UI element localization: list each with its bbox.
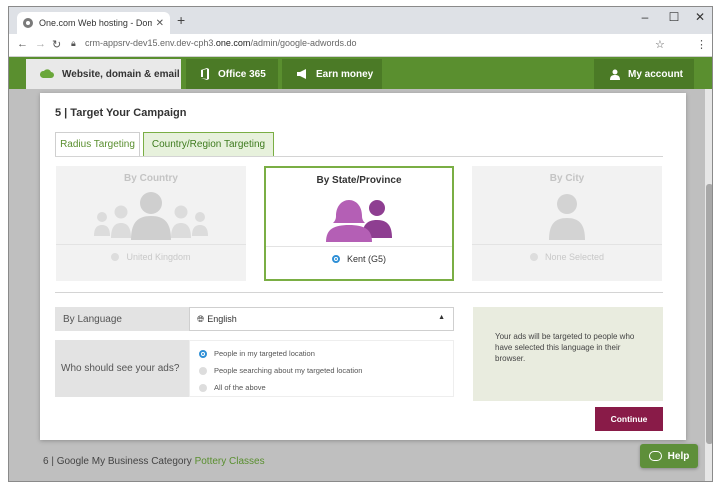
audience-label: Who should see your ads? (55, 340, 189, 397)
card-by-state-province[interactable]: By State/Province Kent (G5) (264, 166, 454, 281)
office-icon (201, 68, 209, 80)
browser-tabstrip: One.com Web hosting - Domai ✕ + – ☐ ✕ (9, 7, 712, 34)
people-pair-icon (326, 200, 392, 242)
card-divider (56, 244, 246, 245)
single-person-icon (549, 194, 585, 240)
my-account-button[interactable]: My account (594, 59, 694, 89)
tab-close-icon[interactable]: ✕ (156, 18, 164, 29)
audience-option[interactable]: People in my targeted location (199, 349, 315, 358)
browser-window: One.com Web hosting - Domai ✕ + – ☐ ✕ ← … (8, 6, 713, 482)
new-tab-button[interactable]: + (177, 12, 185, 28)
radio-button[interactable] (199, 383, 207, 392)
reload-icon[interactable]: ↻ (52, 38, 61, 51)
people-group-icon (94, 192, 208, 240)
radio-button-selected[interactable] (199, 349, 207, 358)
by-language-label: By Language (55, 307, 189, 331)
next-step-text: 6 | Google My Business Category (43, 456, 195, 467)
card-option[interactable]: United Kingdom (56, 252, 246, 262)
radio-button[interactable] (529, 253, 538, 261)
megaphone-icon (297, 69, 306, 79)
card-by-city[interactable]: By City None Selected (472, 166, 662, 281)
language-info-box: Your ads will be targeted to people who … (473, 307, 663, 401)
help-button[interactable]: Help (640, 444, 698, 468)
tab-country-region-targeting[interactable]: Country/Region Targeting (143, 132, 274, 156)
browser-toolbar: ← → ↻ 🔒︎ crm-appsrv-dev15.env.dev-cph3.o… (9, 34, 712, 57)
language-select[interactable]: 🌐︎ English ▲ (189, 307, 454, 331)
card-title: By City (549, 173, 585, 184)
lock-icon: 🔒︎ (71, 38, 76, 48)
language-value: English (207, 314, 237, 324)
url-domain: one.com (215, 38, 251, 48)
page-scrollbar[interactable] (705, 89, 712, 481)
card-by-country[interactable]: By Country United Kingdom (56, 166, 246, 281)
nav-tab-label: Earn money (316, 68, 374, 80)
audience-option-label: People searching about my targeted locat… (214, 366, 363, 375)
caret-up-icon: ▲ (438, 314, 445, 321)
chat-bubble-icon (648, 451, 662, 461)
my-account-label: My account (628, 68, 684, 80)
minimize-icon[interactable]: – (638, 10, 652, 24)
card-title: By Country (124, 173, 178, 184)
card-option[interactable]: Kent (G5) (266, 254, 452, 264)
section-divider (55, 292, 663, 293)
audience-option[interactable]: People searching about my targeted locat… (199, 366, 362, 375)
tab-radius-targeting[interactable]: Radius Targeting (55, 132, 140, 156)
card-option-label: Kent (G5) (346, 254, 386, 264)
nav-tab-website[interactable]: Website, domain & email (26, 59, 181, 89)
favicon-icon (23, 18, 33, 28)
tab-title: One.com Web hosting - Domai (39, 18, 152, 28)
target-campaign-modal: 5 | Target Your Campaign Radius Targetin… (40, 93, 686, 440)
card-title: By State/Province (316, 175, 402, 186)
radio-button-selected[interactable] (331, 255, 340, 263)
audience-option-label: All of the above (214, 383, 266, 392)
nav-tab-label: Website, domain & email (62, 68, 180, 80)
card-divider (472, 244, 662, 245)
user-icon (610, 69, 620, 80)
address-bar[interactable]: crm-appsrv-dev15.env.dev-cph3.one.com/ad… (85, 38, 357, 48)
forward-icon[interactable]: → (35, 38, 46, 50)
category-link[interactable]: Pottery Classes (195, 456, 265, 467)
cloud-icon (40, 69, 54, 78)
radio-button[interactable] (111, 253, 120, 261)
modal-title: 5 | Target Your Campaign (55, 107, 187, 119)
nav-tab-label: Office 365 (218, 68, 266, 80)
back-icon[interactable]: ← (17, 38, 28, 50)
bookmark-star-icon[interactable]: ☆ (655, 38, 665, 51)
browser-menu-icon[interactable]: ⋮ (696, 38, 707, 51)
audience-option[interactable]: All of the above (199, 383, 266, 392)
audience-option-label: People in my targeted location (214, 349, 315, 358)
close-window-icon[interactable]: ✕ (693, 10, 707, 24)
maximize-icon[interactable]: ☐ (667, 10, 681, 24)
nav-tab-earn[interactable]: Earn money (282, 59, 382, 89)
continue-button[interactable]: Continue (595, 407, 663, 431)
site-nav: Website, domain & email Office 365 Earn … (9, 57, 712, 89)
browser-tab[interactable]: One.com Web hosting - Domai ✕ (17, 12, 170, 34)
scrollbar-thumb[interactable] (706, 184, 712, 444)
card-option-label: United Kingdom (126, 252, 191, 262)
card-option[interactable]: None Selected (472, 252, 662, 262)
radio-button[interactable] (199, 366, 207, 375)
help-label: Help (667, 450, 690, 462)
next-step-heading: 6 | Google My Business Category Pottery … (43, 456, 265, 467)
card-divider (266, 246, 452, 247)
url-path: /admin/google-adwords.do (250, 38, 357, 48)
audience-options: People in my targeted location People se… (189, 340, 454, 397)
globe-icon: 🌐︎ (197, 313, 205, 324)
nav-tab-office[interactable]: Office 365 (186, 59, 278, 89)
tab-divider (55, 156, 663, 157)
card-option-label: None Selected (544, 252, 605, 262)
url-prefix: crm-appsrv-dev15.env.dev-cph3. (85, 38, 216, 48)
